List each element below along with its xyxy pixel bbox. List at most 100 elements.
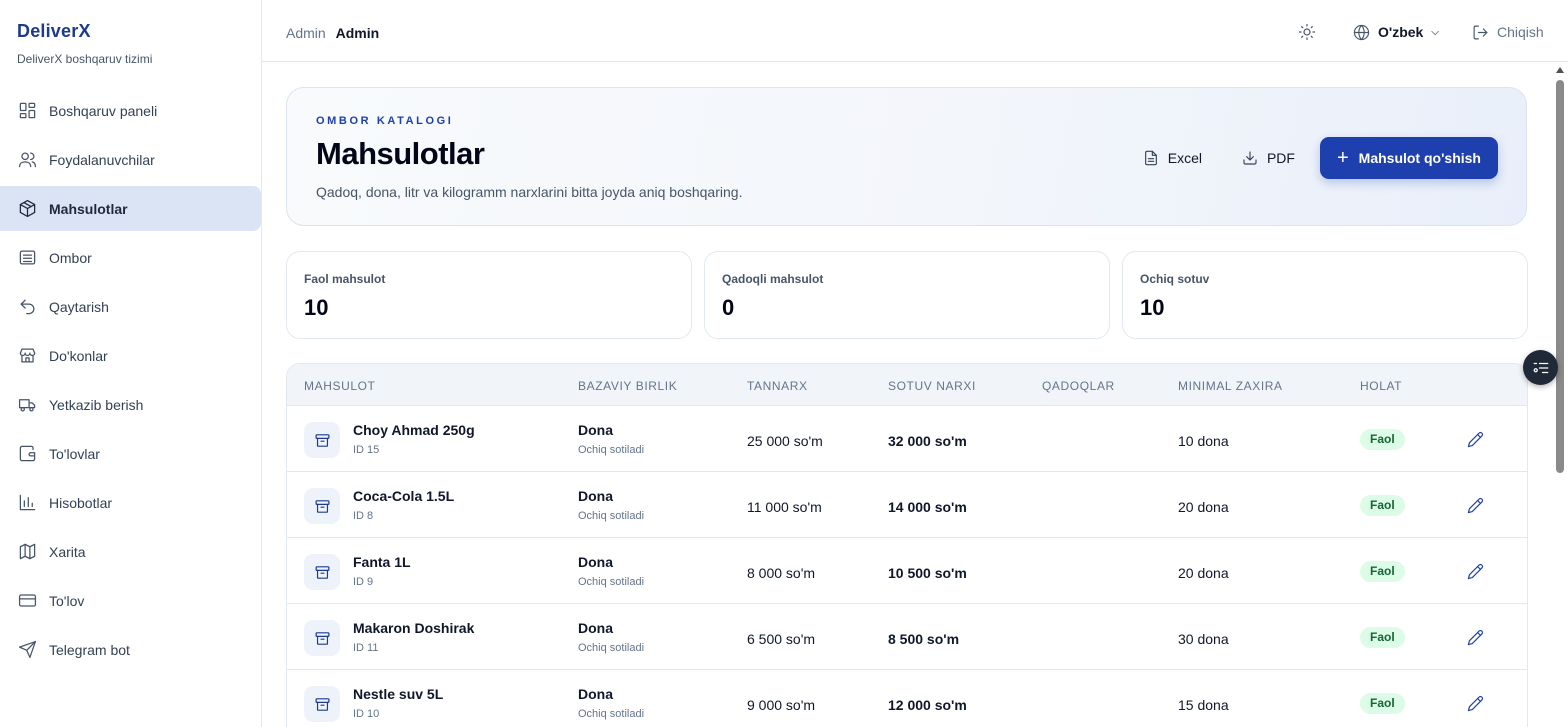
table-row[interactable]: Makaron Doshirak ID 11 Dona Ochiq sotiladi 6… — [287, 604, 1527, 670]
status-badge: Faol — [1360, 693, 1405, 714]
wallet-icon — [17, 444, 37, 464]
sidebar-item-label: To'lov — [49, 592, 85, 609]
stats-row: Faol mahsulot 10 Qadoqli mahsulot 0 Ochi… — [286, 251, 1528, 339]
edit-button[interactable] — [1465, 495, 1485, 515]
edit-button[interactable] — [1465, 627, 1485, 647]
sale-price: 14 000 so'm — [888, 499, 967, 515]
sale-price: 32 000 so'm — [888, 433, 967, 449]
sidebar-item-label: Hisobotlar — [49, 494, 113, 511]
min-stock: 15 dona — [1178, 697, 1229, 713]
sidebar-item-payments[interactable]: To'lovlar — [0, 431, 261, 476]
product-archive-icon — [304, 686, 340, 722]
page-title: Mahsulotlar — [316, 136, 485, 171]
column-header-cost[interactable]: TANNARX — [747, 379, 808, 393]
stat-label: Ochiq sotuv — [1140, 272, 1210, 286]
base-unit-note: Ochiq sotiladi — [578, 642, 645, 654]
floating-column-settings-button[interactable] — [1523, 350, 1558, 385]
sidebar-item-label: Boshqaruv paneli — [49, 102, 158, 119]
table-header: MAHSULOT BAZAVIY BIRLIK TANNARX SOTUV NA… — [287, 364, 1527, 406]
column-header-packages[interactable]: QADOQLAR — [1042, 379, 1115, 393]
cost-price: 11 000 so'm — [747, 499, 822, 515]
language-label: O'zbek — [1378, 24, 1424, 40]
sidebar-item-dashboard[interactable]: Boshqaruv paneli — [0, 88, 261, 133]
min-stock: 30 dona — [1178, 631, 1229, 647]
column-header-min-stock[interactable]: MINIMAL ZAXIRA — [1178, 379, 1283, 393]
sidebar-nav: Boshqaruv paneli Foydalanuvchilar Mahsul… — [0, 88, 261, 676]
page-header-card: OMBOR KATALOGI Mahsulotlar Qadoq, dona, … — [286, 87, 1527, 226]
sidebar-item-products[interactable]: Mahsulotlar — [0, 186, 261, 231]
sidebar: DeliverX DeliverX boshqaruv tizimi Boshq… — [0, 0, 262, 727]
page-scrollbar[interactable] — [1552, 62, 1568, 727]
cost-price: 8 000 so'm — [747, 565, 816, 581]
stat-card-packaged: Qadoqli mahsulot 0 — [704, 251, 1110, 339]
table-row[interactable]: Nestle suv 5L ID 10 Dona Ochiq sotiladi 9 00… — [287, 670, 1527, 727]
min-stock: 20 dona — [1178, 499, 1229, 515]
product-id: ID 10 — [353, 708, 380, 720]
product-archive-icon — [304, 488, 340, 524]
sidebar-item-label: Foydalanuvchilar — [49, 151, 155, 168]
logout-icon — [1472, 24, 1489, 41]
sidebar-item-returns[interactable]: Qaytarish — [0, 284, 261, 329]
export-excel-button[interactable]: Excel — [1128, 137, 1217, 179]
column-header-base-unit[interactable]: BAZAVIY BIRLIK — [578, 379, 677, 393]
file-spreadsheet-icon — [1144, 150, 1157, 166]
product-id: ID 8 — [353, 510, 374, 522]
table-row[interactable]: Fanta 1L ID 9 Dona Ochiq sotiladi 8 000 so'm… — [287, 538, 1527, 604]
stat-value: 10 — [304, 295, 329, 320]
export-pdf-button[interactable]: PDF — [1227, 137, 1310, 179]
column-header-status[interactable]: HOLAT — [1360, 379, 1402, 393]
status-badge: Faol — [1360, 561, 1405, 582]
stat-label: Qadoqli mahsulot — [722, 272, 824, 286]
stat-value: 0 — [722, 295, 735, 320]
logout-button[interactable]: Chiqish — [1472, 21, 1544, 43]
breadcrumb-user: Admin — [335, 25, 380, 41]
sidebar-item-stores[interactable]: Do'konlar — [0, 333, 261, 378]
page-actions: Excel PDF + Mahsulot qo'shish — [1128, 137, 1498, 179]
edit-button[interactable] — [1465, 429, 1485, 449]
table-row[interactable]: Choy Ahmad 250g ID 15 Dona Ochiq sotiladi 25… — [287, 406, 1527, 472]
sale-price: 10 500 so'm — [888, 565, 967, 581]
min-stock: 10 dona — [1178, 433, 1229, 449]
language-select[interactable]: O'zbek ⌵ — [1353, 21, 1439, 43]
sidebar-item-payment[interactable]: To'lov — [0, 578, 261, 623]
product-archive-icon — [304, 554, 340, 590]
base-unit: Dona — [578, 686, 613, 702]
table-row[interactable]: Coca-Cola 1.5L ID 8 Dona Ochiq sotiladi 11 0… — [287, 472, 1527, 538]
add-product-button[interactable]: + Mahsulot qo'shish — [1319, 137, 1498, 179]
globe-icon — [1353, 24, 1370, 41]
sidebar-item-warehouse[interactable]: Ombor — [0, 235, 261, 280]
sidebar-item-label: Do'konlar — [49, 347, 108, 364]
page-description: Qadoq, dona, litr va kilogramm narxlarin… — [316, 184, 743, 200]
topbar: Admin Admin O'zbek ⌵ Chiqish — [262, 0, 1568, 62]
base-unit: Dona — [578, 620, 613, 636]
edit-button[interactable] — [1465, 693, 1485, 713]
column-header-sale-price[interactable]: SOTUV NARXI — [888, 379, 976, 393]
scroll-up-arrow-icon[interactable] — [1556, 67, 1564, 73]
sidebar-item-delivery[interactable]: Yetkazib berish — [0, 382, 261, 427]
theme-toggle-button[interactable] — [1296, 21, 1318, 43]
stat-value: 10 — [1140, 295, 1165, 320]
column-header-product[interactable]: MAHSULOT — [304, 379, 375, 393]
sale-price: 8 500 so'm — [888, 631, 960, 647]
send-icon — [17, 640, 37, 660]
sidebar-item-label: Yetkazib berish — [49, 396, 144, 413]
add-product-label: Mahsulot qo'shish — [1358, 150, 1481, 166]
sidebar-item-telegram-bot[interactable]: Telegram bot — [0, 627, 261, 672]
brand: DeliverX DeliverX boshqaruv tizimi — [17, 21, 152, 66]
stat-card-active: Faol mahsulot 10 — [286, 251, 692, 339]
product-name: Nestle suv 5L — [353, 686, 444, 702]
product-name: Coca-Cola 1.5L — [353, 488, 455, 504]
brand-subtitle: DeliverX boshqaruv tizimi — [17, 52, 153, 66]
product-name: Fanta 1L — [353, 554, 411, 570]
pencil-icon — [1467, 497, 1483, 513]
scroll-thumb[interactable] — [1556, 80, 1564, 473]
breadcrumb-role: Admin — [286, 25, 326, 41]
sidebar-item-users[interactable]: Foydalanuvchilar — [0, 137, 261, 182]
sidebar-item-reports[interactable]: Hisobotlar — [0, 480, 261, 525]
truck-icon — [17, 395, 37, 415]
product-id: ID 11 — [353, 642, 379, 654]
brand-name: DeliverX — [17, 21, 91, 41]
sidebar-item-map[interactable]: Xarita — [0, 529, 261, 574]
edit-button[interactable] — [1465, 561, 1485, 581]
pencil-icon — [1467, 695, 1483, 711]
